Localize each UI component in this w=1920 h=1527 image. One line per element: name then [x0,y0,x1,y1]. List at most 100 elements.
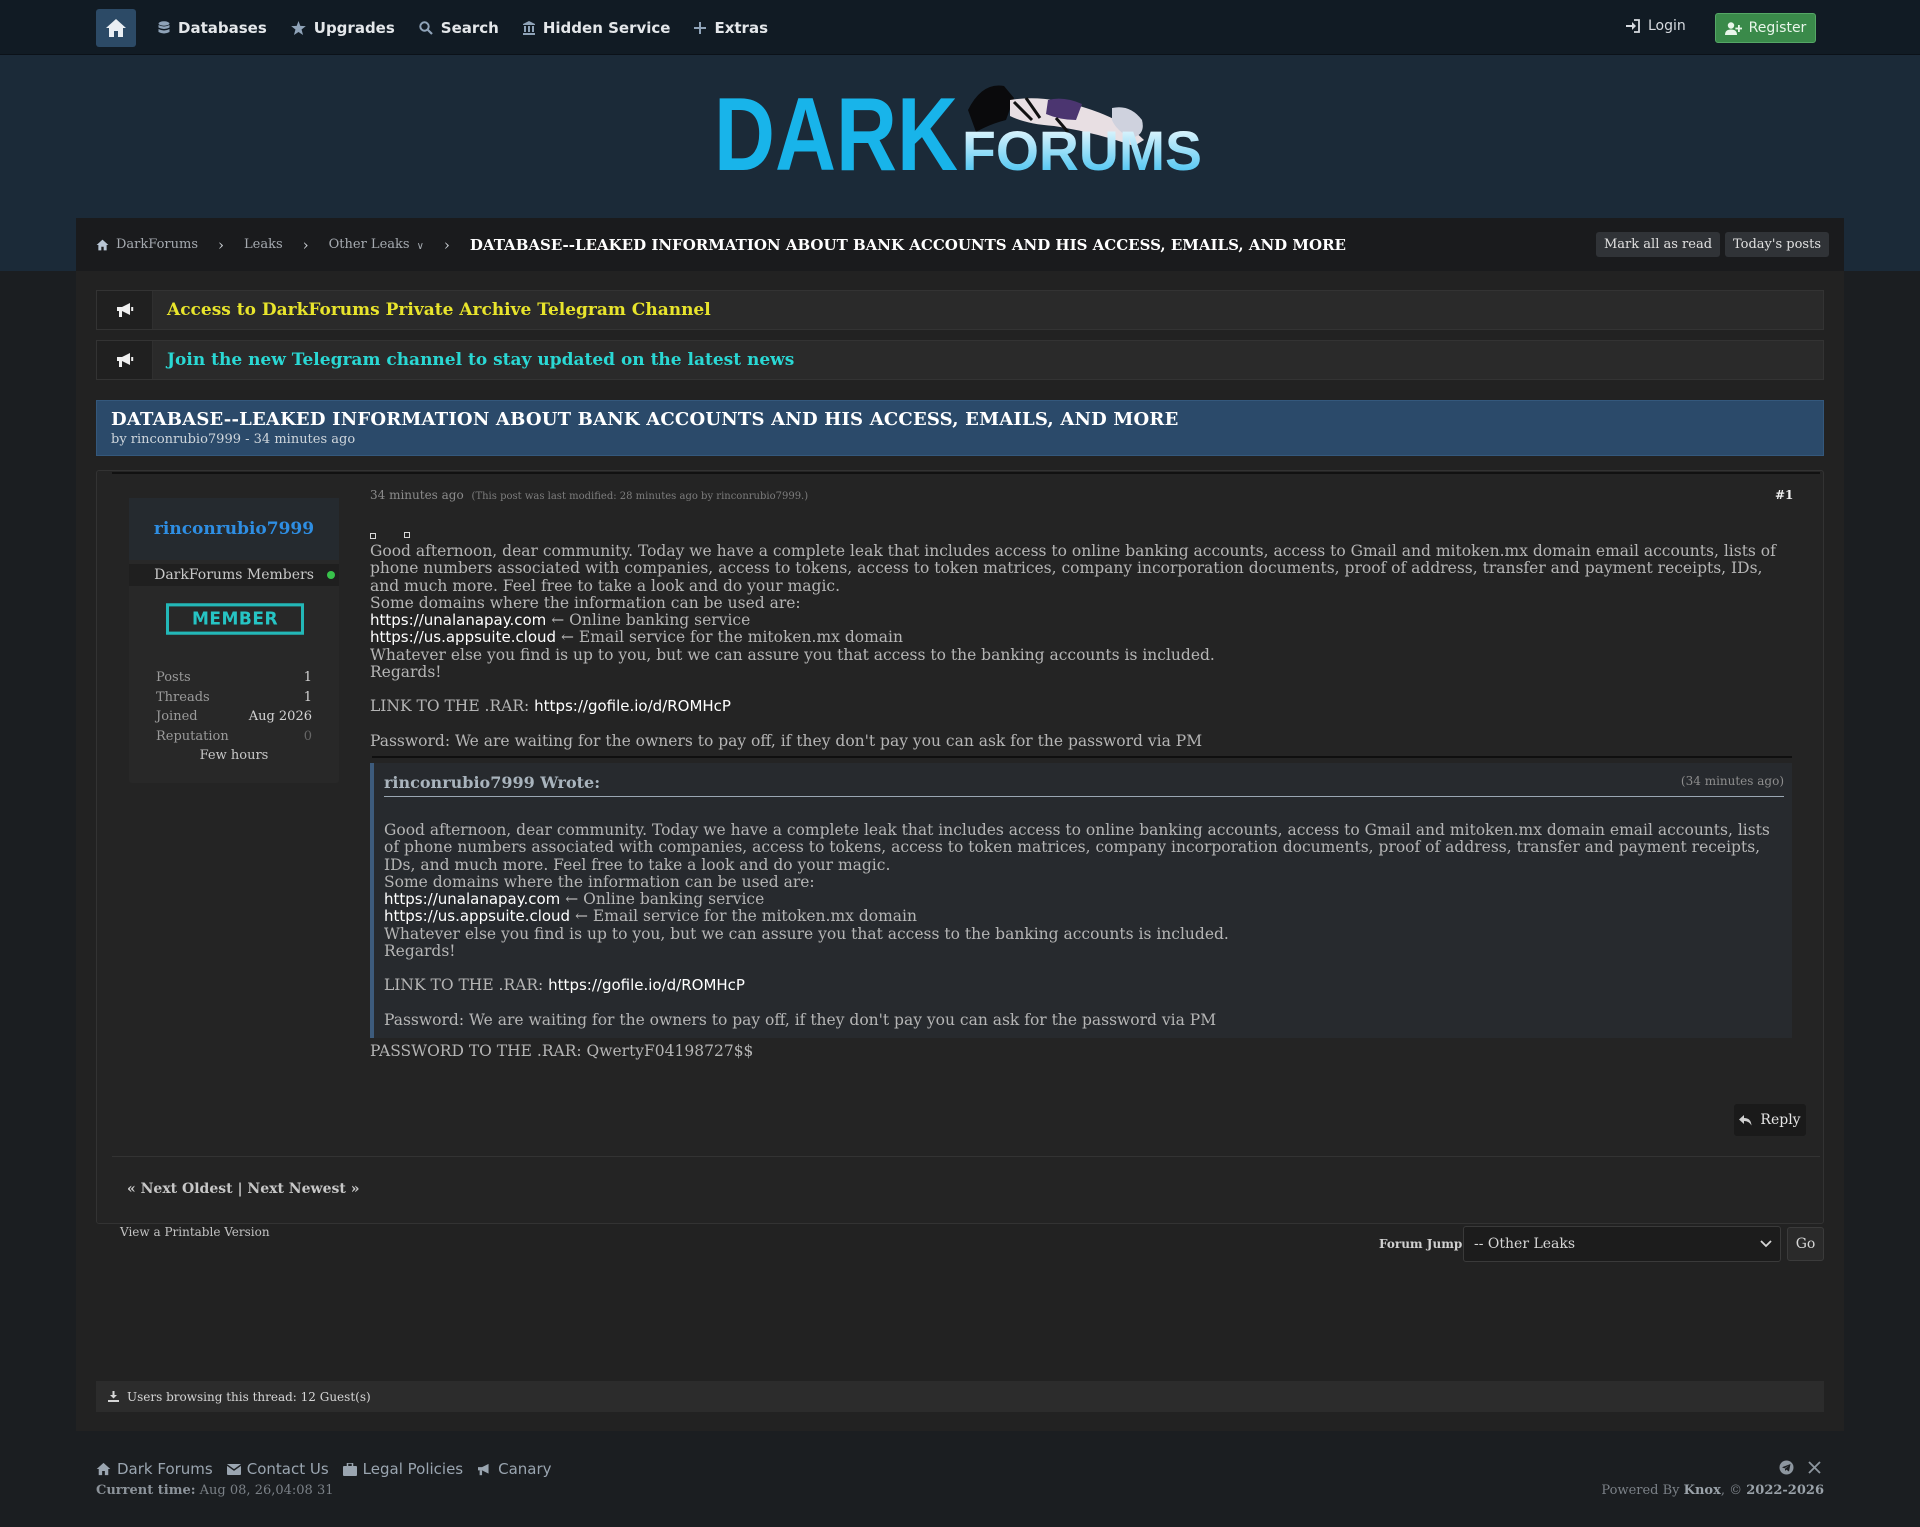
post-number-link[interactable]: #1 [1775,488,1793,502]
register-button[interactable]: Register [1715,13,1816,43]
top-navbar: Databases Upgrades Search Hidden Service… [0,0,1920,55]
footer-link-legal-label: Legal Policies [362,1460,464,1478]
chevron-down-icon [1760,1240,1772,1248]
nav-upgrades[interactable]: Upgrades [290,18,395,37]
breadcrumb-item-other-leaks[interactable]: Other Leaks ∨ [329,237,424,252]
post-domain-line-1: https://unalanapay.com ← Online banking … [370,612,1790,629]
quote-regards: Regards! [384,942,456,961]
quote-time-link[interactable]: (34 minutes ago) [1681,774,1784,788]
mark-all-read-button[interactable]: Mark all as read [1596,232,1721,257]
breadcrumb-item-leaks[interactable]: Leaks [244,237,283,252]
post-meta: 34 minutes ago (This post was last modif… [370,488,808,502]
rar-password-line: PASSWORD TO THE .RAR: QwertyF04198727$$ [370,1042,754,1060]
nav-hidden-service[interactable]: Hidden Service [522,19,670,37]
forum-jump-selected: -- Other Leaks [1474,1236,1576,1252]
sign-in-icon [1626,19,1640,33]
database-icon [158,20,170,33]
reply-label: Reply [1760,1112,1801,1128]
powered-by: Powered By Knox, © 2022-2026 [1601,1483,1824,1498]
domain-link-1[interactable]: https://unalanapay.com [370,611,546,629]
reply-icon [1739,1114,1752,1125]
chevron-right-icon: › [443,235,450,254]
nav-search[interactable]: Search [419,19,499,37]
quote-domain-line-2: https://us.appsuite.cloud ← Email servic… [384,908,1784,925]
online-status-icon [327,571,335,579]
domain-link-2[interactable]: https://us.appsuite.cloud [370,628,556,646]
stat-reputation-value: 0 [303,729,312,744]
quote-header: rinconrubio7999 Wrote: (34 minutes ago) [384,773,1784,797]
post-time: 34 minutes ago [370,488,464,502]
breadcrumb-home[interactable]: DarkForums [96,237,198,252]
users-browsing-bar: Users browsing this thread: 12 Guest(s) [96,1381,1824,1412]
envelope-icon [226,1463,241,1475]
todays-posts-button[interactable]: Today's posts [1725,232,1829,257]
stat-posts-value: 1 [303,670,312,685]
home-icon [96,1462,111,1476]
site-logo[interactable]: DARK FORUMS [714,80,1204,190]
nav-extras[interactable]: Extras [694,19,768,37]
post-body: Good afternoon, dear community. Today we… [370,542,1790,750]
forum-jump-go-button[interactable]: Go [1787,1227,1824,1261]
author-username[interactable]: rinconrubio7999 [154,519,314,539]
quote-domain-link-1[interactable]: https://unalanapay.com [384,890,560,908]
thread-byline: by rinconrubio7999 - 34 minutes ago [111,432,356,447]
footer-nav: Dark Forums Contact Us Legal Policies Ca… [96,1460,552,1478]
main-nav: Databases Upgrades Search Hidden Service… [158,0,768,55]
powered-years: 2022-2026 [1746,1483,1824,1498]
announcement-2-text: Join the new Telegram channel to stay up… [167,350,795,370]
breadcrumb-item-darkforums: DarkForums [116,237,198,252]
stat-threads: Threads 1 [156,690,312,705]
thread-pagination[interactable]: « Next Oldest | Next Newest » [127,1181,359,1197]
footer-link-canary[interactable]: Canary [477,1460,552,1478]
post-domain-line-2: https://us.appsuite.cloud ← Email servic… [370,629,1790,646]
login-link[interactable]: Login [1626,18,1686,34]
footer-link-contact[interactable]: Contact Us [226,1460,329,1478]
telegram-icon[interactable] [1779,1460,1794,1479]
printable-version-link[interactable]: View a Printable Version [120,1225,270,1239]
quote-author: rinconrubio7999 Wrote: [384,773,601,792]
powered-brand[interactable]: Knox [1684,1483,1721,1498]
home-button[interactable] [96,9,136,47]
quote-domain-link-2[interactable]: https://us.appsuite.cloud [384,907,570,925]
download-icon [108,1391,119,1402]
stat-threads-label: Threads [156,690,210,705]
quote-domains-intro: Some domains where the information can b… [384,872,815,891]
plus-icon [694,21,707,34]
quote-domain-line-1: https://unalanapay.com ← Online banking … [384,891,1784,908]
nav-databases-label: Databases [178,18,267,37]
announcement-2[interactable]: Join the new Telegram channel to stay up… [96,340,1824,380]
announcement-1[interactable]: Access to DarkForums Private Archive Tel… [96,290,1824,330]
current-time-label: Current time: [96,1483,196,1498]
current-time-value: Aug 08, 26,04:08 31 [199,1483,334,1498]
post-link-line: LINK TO THE .RAR: https://gofile.io/d/RO… [370,698,1790,715]
footer-link-legal[interactable]: Legal Policies [342,1460,464,1478]
thread-title: DATABASE--LEAKED INFORMATION ABOUT BANK … [111,409,1179,430]
stat-joined-value: Aug 2026 [248,709,312,724]
post-password-note: Password: We are waiting for the owners … [370,731,1203,750]
rar-download-link[interactable]: https://gofile.io/d/ROMHcP [534,697,731,715]
quote-whatever: Whatever else you find is up to you, but… [384,924,1229,943]
nav-databases[interactable]: Databases [158,19,267,37]
quote-link-label: LINK TO THE .RAR: [384,976,549,995]
reply-button[interactable]: Reply [1734,1104,1806,1136]
bullhorn-icon [478,1463,489,1475]
divider [112,1156,1820,1157]
member-badge: MEMBER [166,603,304,635]
breadcrumb: DarkForums › Leaks › Other Leaks ∨ › DAT… [76,218,1844,271]
footer-link-dark-forums[interactable]: Dark Forums [96,1460,213,1478]
quote-domain-2-description: ← Email service for the mitoken.mx domai… [570,907,917,926]
stat-joined-label: Joined [156,709,198,724]
nav-upgrades-label: Upgrades [313,18,395,37]
stat-posts-label: Posts [156,670,191,685]
x-twitter-icon[interactable] [1808,1460,1821,1479]
forum-jump-select[interactable]: -- Other Leaks [1463,1226,1781,1262]
nav-search-label: Search [440,18,499,37]
announcement-1-text: Access to DarkForums Private Archive Tel… [167,300,711,320]
logo-dark-text: DARK [714,80,958,190]
post-whatever: Whatever else you find is up to you, but… [370,645,1215,664]
chevron-right-icon: › [302,235,309,254]
powered-prefix: Powered By [1601,1483,1684,1498]
quote-rar-download-link[interactable]: https://gofile.io/d/ROMHcP [548,976,745,994]
users-browsing-text: Users browsing this thread: 12 Guest(s) [127,1389,371,1404]
stat-threads-value: 1 [303,690,312,705]
